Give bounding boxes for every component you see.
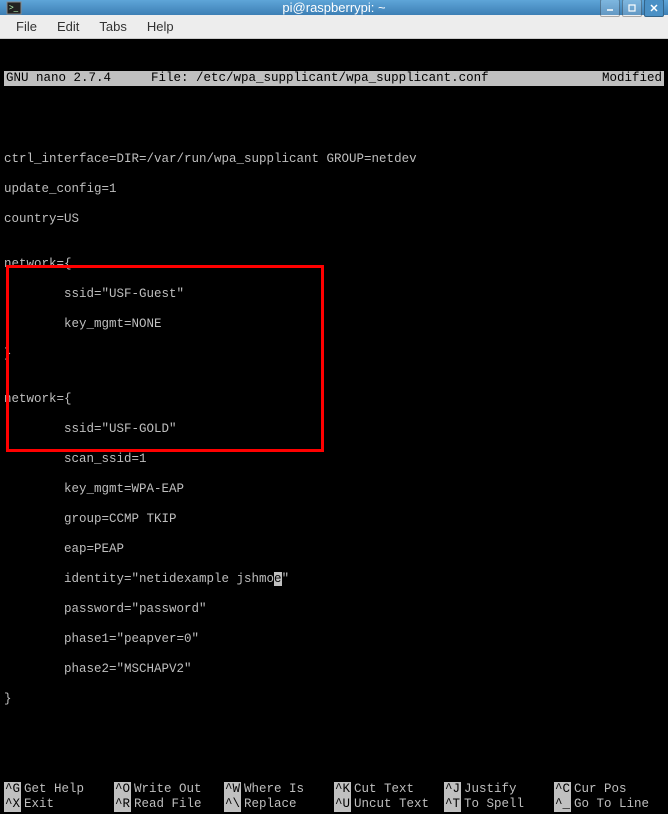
shortcut-write-out[interactable]: ^OWrite Out [114, 782, 224, 797]
code-line: update_config=1 [4, 182, 664, 197]
code-line: } [4, 347, 664, 362]
shortcut-to-spell[interactable]: ^TTo Spell [444, 797, 554, 812]
code-line: key_mgmt=NONE [4, 317, 664, 332]
menu-help[interactable]: Help [137, 15, 184, 38]
shortcut-get-help[interactable]: ^GGet Help [4, 782, 114, 797]
terminal-area[interactable]: GNU nano 2.7.4 File: /etc/wpa_supplicant… [0, 39, 668, 814]
shortcut-exit[interactable]: ^XExit [4, 797, 114, 812]
minimize-button[interactable] [600, 0, 620, 17]
menubar: File Edit Tabs Help [0, 15, 668, 39]
nano-file: File: /etc/wpa_supplicant/wpa_supplicant… [131, 71, 602, 86]
code-line: eap=PEAP [4, 542, 664, 557]
cursor: e [274, 572, 282, 586]
code-line: network={ [4, 392, 664, 407]
maximize-button[interactable] [622, 0, 642, 17]
nano-shortcuts: ^GGet Help ^OWrite Out ^WWhere Is ^KCut … [4, 782, 664, 812]
code-line: ssid="USF-GOLD" [4, 422, 664, 437]
code-line: password="password" [4, 602, 664, 617]
titlebar[interactable]: >_ pi@raspberrypi: ~ [0, 0, 668, 15]
code-line: phase2="MSCHAPV2" [4, 662, 664, 677]
code-line: country=US [4, 212, 664, 227]
shortcut-cur-pos[interactable]: ^CCur Pos [554, 782, 664, 797]
shortcut-cut-text[interactable]: ^KCut Text [334, 782, 444, 797]
shortcut-read-file[interactable]: ^RRead File [114, 797, 224, 812]
svg-text:>_: >_ [9, 3, 19, 12]
window-controls [600, 0, 664, 17]
code-line: ctrl_interface=DIR=/var/run/wpa_supplica… [4, 152, 664, 167]
menu-edit[interactable]: Edit [47, 15, 89, 38]
code-line: } [4, 692, 664, 707]
code-line: network={ [4, 257, 664, 272]
shortcut-justify[interactable]: ^JJustify [444, 782, 554, 797]
code-line: ssid="USF-Guest" [4, 287, 664, 302]
code-line: group=CCMP TKIP [4, 512, 664, 527]
shortcut-replace[interactable]: ^\Replace [224, 797, 334, 812]
terminal-icon: >_ [6, 0, 22, 16]
terminal-window: >_ pi@raspberrypi: ~ File Edit Tabs Help… [0, 0, 668, 596]
code-line: identity="netidexample jshmoe" [4, 572, 664, 587]
code-line: key_mgmt=WPA-EAP [4, 482, 664, 497]
editor-content[interactable]: ctrl_interface=DIR=/var/run/wpa_supplica… [4, 131, 664, 752]
menu-file[interactable]: File [6, 15, 47, 38]
window-title: pi@raspberrypi: ~ [282, 0, 385, 15]
nano-status: Modified [602, 71, 662, 86]
nano-version: GNU nano 2.7.4 [6, 71, 131, 86]
menu-tabs[interactable]: Tabs [89, 15, 136, 38]
shortcut-uncut-text[interactable]: ^UUncut Text [334, 797, 444, 812]
close-button[interactable] [644, 0, 664, 17]
code-line: scan_ssid=1 [4, 452, 664, 467]
shortcut-go-to-line[interactable]: ^_Go To Line [554, 797, 664, 812]
nano-header: GNU nano 2.7.4 File: /etc/wpa_supplicant… [4, 71, 664, 86]
shortcut-where-is[interactable]: ^WWhere Is [224, 782, 334, 797]
code-line: phase1="peapver=0" [4, 632, 664, 647]
